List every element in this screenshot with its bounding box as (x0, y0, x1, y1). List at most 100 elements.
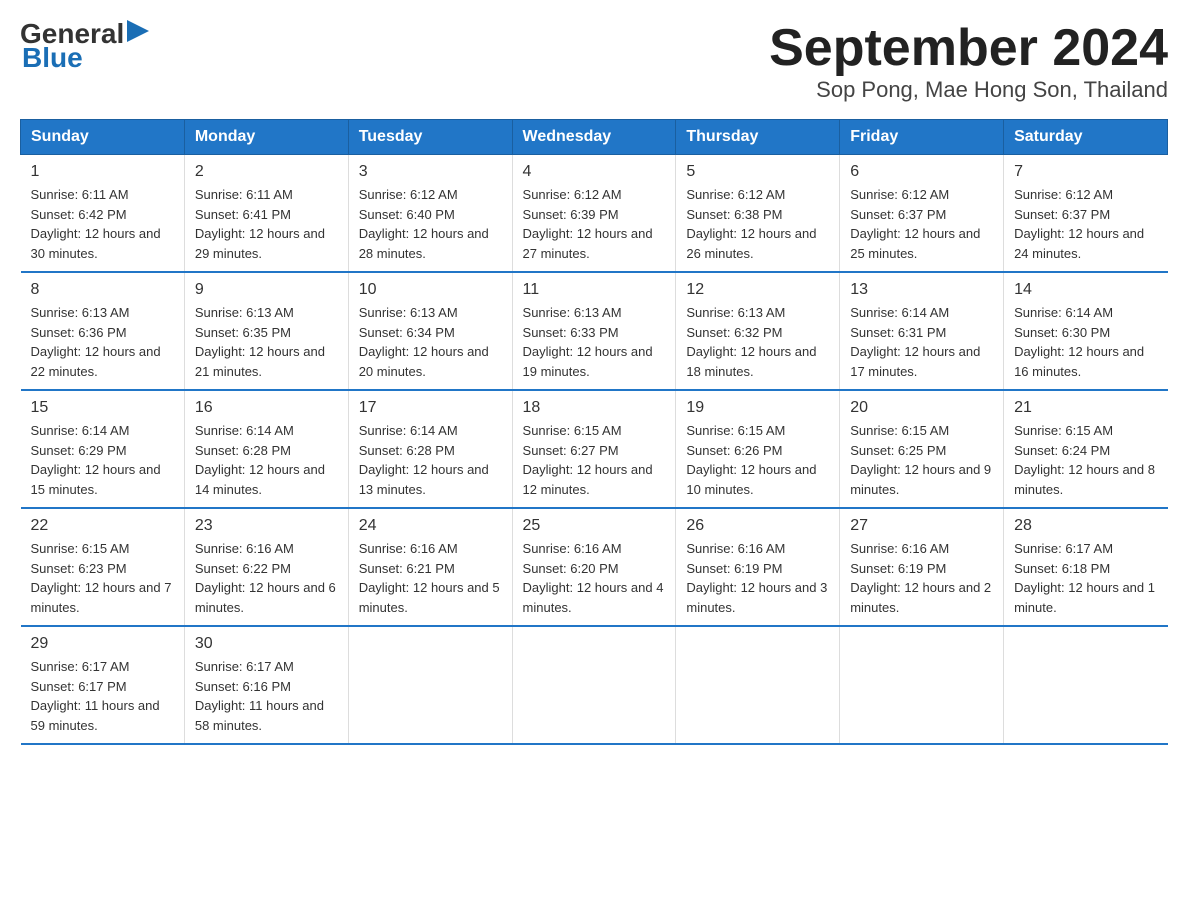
day-number: 2 (195, 163, 338, 181)
day-number: 15 (31, 399, 174, 417)
calendar-day-cell: 8 Sunrise: 6:13 AM Sunset: 6:36 PM Dayli… (21, 272, 185, 390)
day-number: 29 (31, 635, 174, 653)
day-info: Sunrise: 6:13 AM Sunset: 6:35 PM Dayligh… (195, 303, 338, 381)
calendar-week-row: 1 Sunrise: 6:11 AM Sunset: 6:42 PM Dayli… (21, 155, 1168, 273)
calendar-week-row: 29 Sunrise: 6:17 AM Sunset: 6:17 PM Dayl… (21, 626, 1168, 744)
calendar-day-cell: 22 Sunrise: 6:15 AM Sunset: 6:23 PM Dayl… (21, 508, 185, 626)
day-number: 21 (1014, 399, 1157, 417)
day-info: Sunrise: 6:13 AM Sunset: 6:32 PM Dayligh… (686, 303, 829, 381)
day-number: 20 (850, 399, 993, 417)
calendar-day-cell: 10 Sunrise: 6:13 AM Sunset: 6:34 PM Dayl… (348, 272, 512, 390)
day-number: 5 (686, 163, 829, 181)
day-info: Sunrise: 6:15 AM Sunset: 6:23 PM Dayligh… (31, 539, 174, 617)
day-number: 23 (195, 517, 338, 535)
day-number: 12 (686, 281, 829, 299)
calendar-body: 1 Sunrise: 6:11 AM Sunset: 6:42 PM Dayli… (21, 155, 1168, 745)
calendar-day-cell (512, 626, 676, 744)
calendar-day-cell (348, 626, 512, 744)
calendar-day-cell: 9 Sunrise: 6:13 AM Sunset: 6:35 PM Dayli… (184, 272, 348, 390)
logo-text-blue: Blue (22, 42, 83, 73)
calendar-day-cell: 4 Sunrise: 6:12 AM Sunset: 6:39 PM Dayli… (512, 155, 676, 273)
logo: General Blue (20, 20, 149, 72)
calendar-day-cell: 30 Sunrise: 6:17 AM Sunset: 6:16 PM Dayl… (184, 626, 348, 744)
calendar-table: Sunday Monday Tuesday Wednesday Thursday… (20, 119, 1168, 745)
day-number: 26 (686, 517, 829, 535)
page-header: General Blue September 2024 Sop Pong, Ma… (20, 20, 1168, 103)
calendar-day-cell: 19 Sunrise: 6:15 AM Sunset: 6:26 PM Dayl… (676, 390, 840, 508)
day-number: 3 (359, 163, 502, 181)
header-thursday: Thursday (676, 120, 840, 155)
day-number: 16 (195, 399, 338, 417)
calendar-day-cell: 23 Sunrise: 6:16 AM Sunset: 6:22 PM Dayl… (184, 508, 348, 626)
day-number: 6 (850, 163, 993, 181)
day-number: 7 (1014, 163, 1157, 181)
calendar-day-cell (1004, 626, 1168, 744)
calendar-day-cell: 20 Sunrise: 6:15 AM Sunset: 6:25 PM Dayl… (840, 390, 1004, 508)
day-info: Sunrise: 6:14 AM Sunset: 6:29 PM Dayligh… (31, 421, 174, 499)
day-info: Sunrise: 6:12 AM Sunset: 6:37 PM Dayligh… (1014, 185, 1157, 263)
calendar-day-cell: 7 Sunrise: 6:12 AM Sunset: 6:37 PM Dayli… (1004, 155, 1168, 273)
day-info: Sunrise: 6:15 AM Sunset: 6:26 PM Dayligh… (686, 421, 829, 499)
calendar-day-cell (676, 626, 840, 744)
calendar-day-cell: 21 Sunrise: 6:15 AM Sunset: 6:24 PM Dayl… (1004, 390, 1168, 508)
calendar-day-cell: 12 Sunrise: 6:13 AM Sunset: 6:32 PM Dayl… (676, 272, 840, 390)
calendar-day-cell: 29 Sunrise: 6:17 AM Sunset: 6:17 PM Dayl… (21, 626, 185, 744)
day-info: Sunrise: 6:16 AM Sunset: 6:21 PM Dayligh… (359, 539, 502, 617)
calendar-week-row: 22 Sunrise: 6:15 AM Sunset: 6:23 PM Dayl… (21, 508, 1168, 626)
day-info: Sunrise: 6:14 AM Sunset: 6:31 PM Dayligh… (850, 303, 993, 381)
day-number: 11 (523, 281, 666, 299)
day-info: Sunrise: 6:11 AM Sunset: 6:42 PM Dayligh… (31, 185, 174, 263)
day-number: 8 (31, 281, 174, 299)
calendar-day-cell: 18 Sunrise: 6:15 AM Sunset: 6:27 PM Dayl… (512, 390, 676, 508)
day-info: Sunrise: 6:16 AM Sunset: 6:20 PM Dayligh… (523, 539, 666, 617)
calendar-day-cell (840, 626, 1004, 744)
calendar-day-cell: 25 Sunrise: 6:16 AM Sunset: 6:20 PM Dayl… (512, 508, 676, 626)
day-number: 17 (359, 399, 502, 417)
day-info: Sunrise: 6:16 AM Sunset: 6:22 PM Dayligh… (195, 539, 338, 617)
calendar-day-cell: 26 Sunrise: 6:16 AM Sunset: 6:19 PM Dayl… (676, 508, 840, 626)
day-info: Sunrise: 6:11 AM Sunset: 6:41 PM Dayligh… (195, 185, 338, 263)
day-number: 28 (1014, 517, 1157, 535)
day-number: 10 (359, 281, 502, 299)
header-friday: Friday (840, 120, 1004, 155)
day-info: Sunrise: 6:13 AM Sunset: 6:36 PM Dayligh… (31, 303, 174, 381)
calendar-day-cell: 1 Sunrise: 6:11 AM Sunset: 6:42 PM Dayli… (21, 155, 185, 273)
logo-arrow-icon (127, 20, 149, 42)
day-info: Sunrise: 6:16 AM Sunset: 6:19 PM Dayligh… (686, 539, 829, 617)
day-info: Sunrise: 6:12 AM Sunset: 6:37 PM Dayligh… (850, 185, 993, 263)
day-info: Sunrise: 6:13 AM Sunset: 6:33 PM Dayligh… (523, 303, 666, 381)
calendar-day-cell: 2 Sunrise: 6:11 AM Sunset: 6:41 PM Dayli… (184, 155, 348, 273)
calendar-day-cell: 11 Sunrise: 6:13 AM Sunset: 6:33 PM Dayl… (512, 272, 676, 390)
day-info: Sunrise: 6:17 AM Sunset: 6:16 PM Dayligh… (195, 657, 338, 735)
day-number: 30 (195, 635, 338, 653)
calendar-day-cell: 6 Sunrise: 6:12 AM Sunset: 6:37 PM Dayli… (840, 155, 1004, 273)
header-tuesday: Tuesday (348, 120, 512, 155)
header-row: Sunday Monday Tuesday Wednesday Thursday… (21, 120, 1168, 155)
calendar-day-cell: 15 Sunrise: 6:14 AM Sunset: 6:29 PM Dayl… (21, 390, 185, 508)
day-number: 24 (359, 517, 502, 535)
calendar-week-row: 8 Sunrise: 6:13 AM Sunset: 6:36 PM Dayli… (21, 272, 1168, 390)
day-info: Sunrise: 6:16 AM Sunset: 6:19 PM Dayligh… (850, 539, 993, 617)
calendar-day-cell: 24 Sunrise: 6:16 AM Sunset: 6:21 PM Dayl… (348, 508, 512, 626)
day-number: 13 (850, 281, 993, 299)
month-title: September 2024 (769, 20, 1168, 77)
day-info: Sunrise: 6:14 AM Sunset: 6:28 PM Dayligh… (195, 421, 338, 499)
day-number: 4 (523, 163, 666, 181)
day-number: 27 (850, 517, 993, 535)
location-subtitle: Sop Pong, Mae Hong Son, Thailand (769, 77, 1168, 103)
day-info: Sunrise: 6:14 AM Sunset: 6:30 PM Dayligh… (1014, 303, 1157, 381)
day-number: 22 (31, 517, 174, 535)
day-number: 1 (31, 163, 174, 181)
header-wednesday: Wednesday (512, 120, 676, 155)
calendar-day-cell: 5 Sunrise: 6:12 AM Sunset: 6:38 PM Dayli… (676, 155, 840, 273)
title-section: September 2024 Sop Pong, Mae Hong Son, T… (769, 20, 1168, 103)
day-info: Sunrise: 6:12 AM Sunset: 6:40 PM Dayligh… (359, 185, 502, 263)
calendar-header: Sunday Monday Tuesday Wednesday Thursday… (21, 120, 1168, 155)
calendar-day-cell: 17 Sunrise: 6:14 AM Sunset: 6:28 PM Dayl… (348, 390, 512, 508)
calendar-day-cell: 3 Sunrise: 6:12 AM Sunset: 6:40 PM Dayli… (348, 155, 512, 273)
day-info: Sunrise: 6:12 AM Sunset: 6:39 PM Dayligh… (523, 185, 666, 263)
day-number: 25 (523, 517, 666, 535)
day-info: Sunrise: 6:12 AM Sunset: 6:38 PM Dayligh… (686, 185, 829, 263)
day-info: Sunrise: 6:17 AM Sunset: 6:17 PM Dayligh… (31, 657, 174, 735)
day-number: 18 (523, 399, 666, 417)
